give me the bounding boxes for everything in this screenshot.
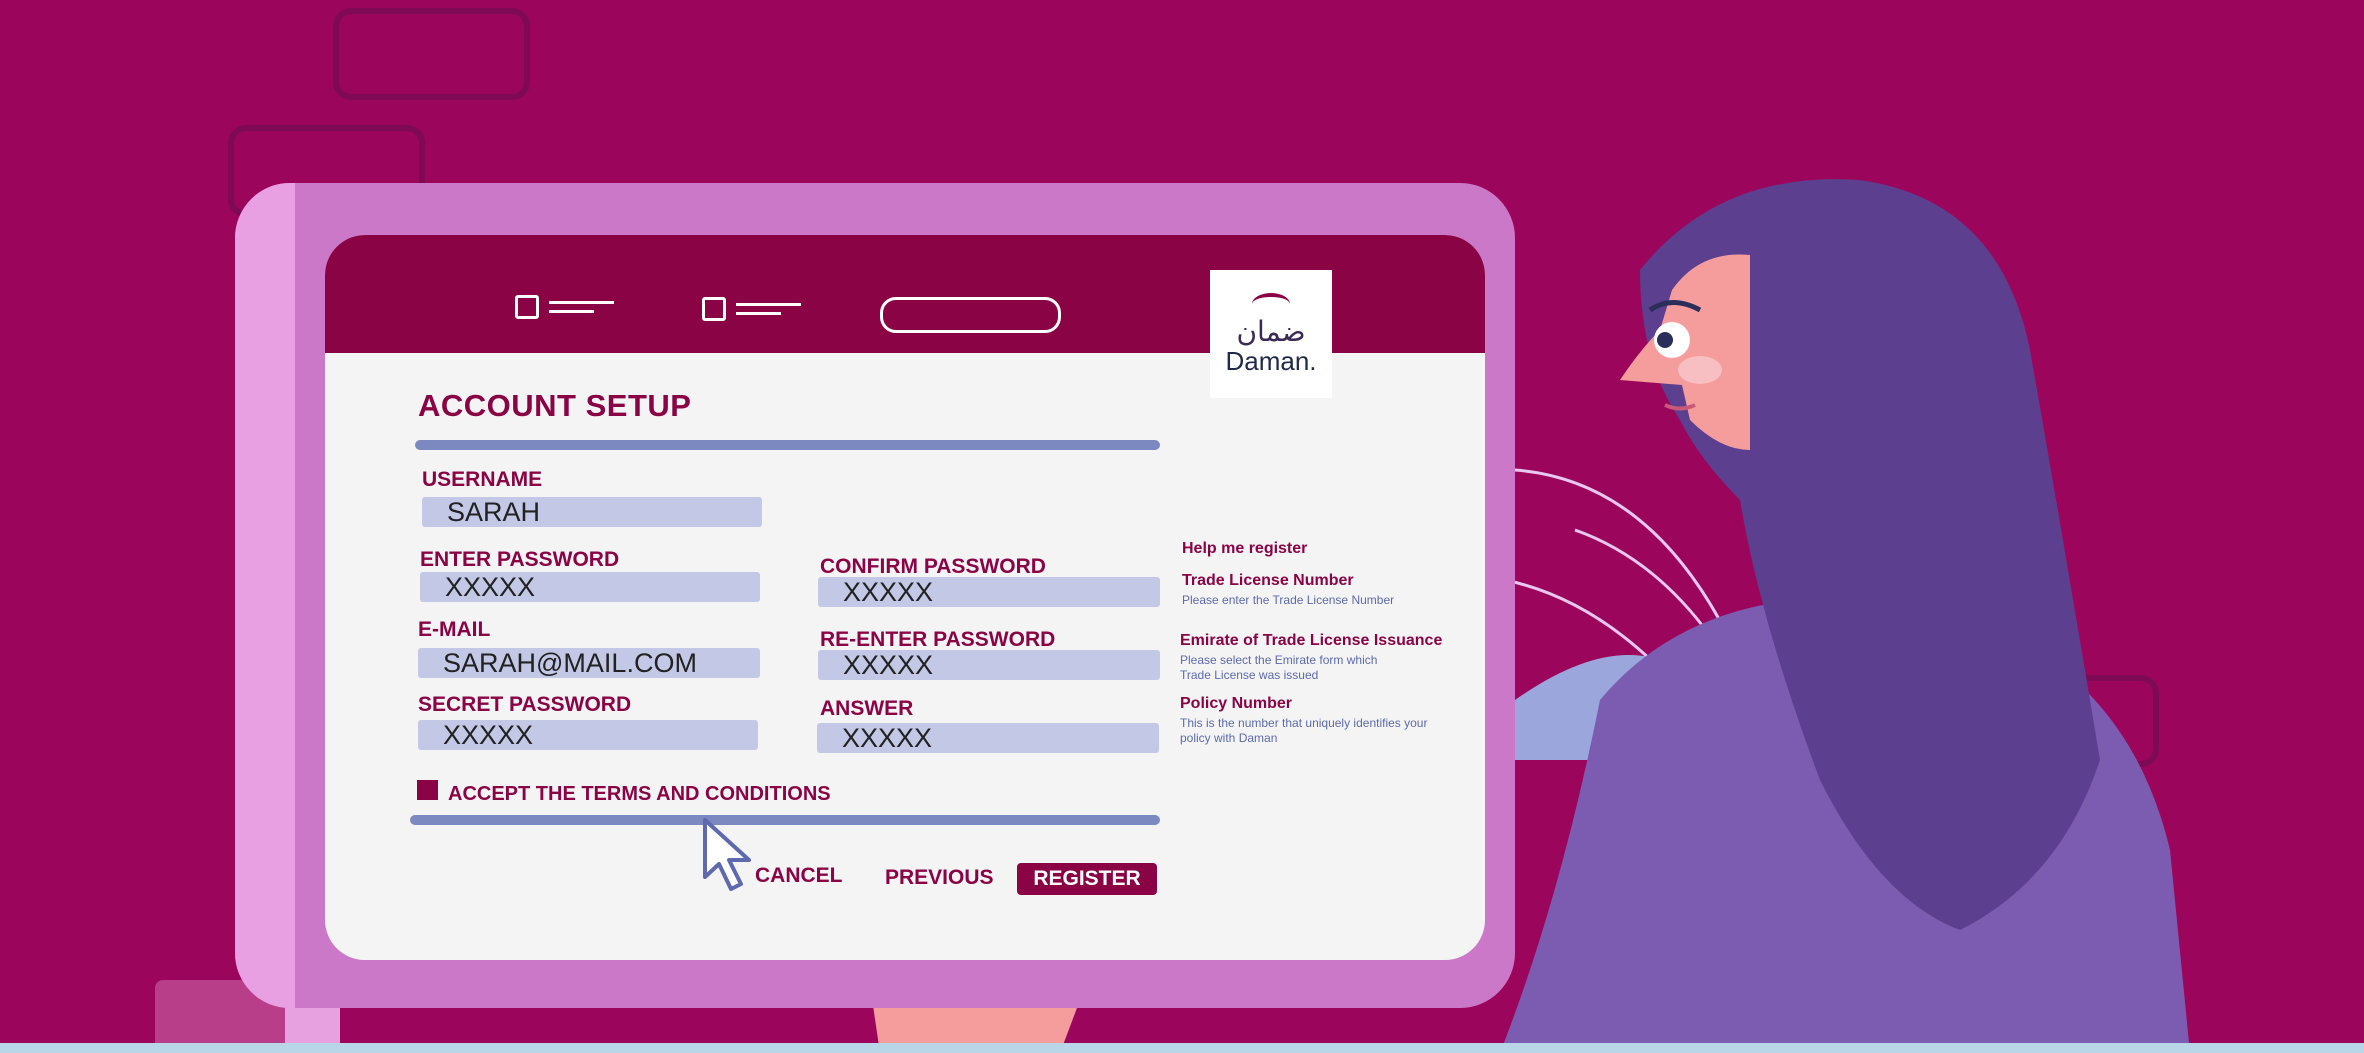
help-item-title: Emirate of Trade License Issuance: [1180, 632, 1443, 649]
logo-arabic-text: ضمان: [1236, 315, 1306, 348]
mouse-cursor-icon: [703, 818, 751, 891]
screen: ضمان Daman. ACCOUNT SETUP USERNAME SARAH…: [325, 235, 1485, 960]
help-heading: Help me register: [1182, 540, 1308, 557]
nav-lines-icon: [736, 303, 801, 315]
monitor-edge: [235, 183, 295, 1008]
confirm-password-input[interactable]: XXXXX: [818, 577, 1160, 607]
confirm-password-label: CONFIRM PASSWORD: [820, 555, 1046, 578]
nav-lines-icon: [549, 301, 614, 313]
bottom-strip: [0, 1043, 2364, 1053]
help-item-text: Please enter the Trade License Number: [1182, 593, 1395, 607]
nav-checkbox-icon: [515, 295, 539, 319]
daman-logo: ضمان Daman.: [1210, 270, 1332, 398]
search-bar-icon[interactable]: [880, 297, 1061, 333]
terms-checkbox[interactable]: [417, 780, 438, 800]
previous-button[interactable]: PREVIOUS: [885, 866, 994, 890]
help-item-text: This is the number that uniquely identif…: [1180, 716, 1428, 745]
page-title: ACCOUNT SETUP: [418, 388, 692, 423]
nav-item-1[interactable]: [515, 295, 614, 319]
secret-password-input[interactable]: XXXXX: [418, 720, 758, 750]
reenter-password-label: RE-ENTER PASSWORD: [820, 628, 1056, 651]
cancel-button[interactable]: CANCEL: [755, 864, 843, 888]
title-divider: [415, 440, 1160, 450]
help-item-title: Policy Number: [1180, 695, 1293, 712]
secret-password-label: SECRET PASSWORD: [418, 693, 632, 716]
register-button[interactable]: REGISTER: [1017, 863, 1157, 895]
answer-label: ANSWER: [820, 697, 914, 720]
help-item-title: Trade License Number: [1182, 572, 1354, 589]
logo-english-text: Daman.: [1225, 346, 1317, 376]
password-input[interactable]: XXXXX: [420, 572, 760, 602]
answer-input[interactable]: XXXXX: [817, 723, 1159, 753]
form-divider: [410, 815, 1160, 825]
username-label: USERNAME: [422, 468, 543, 491]
terms-label: ACCEPT THE TERMS AND CONDITIONS: [448, 783, 831, 805]
nav-item-2[interactable]: [702, 297, 801, 321]
help-item-text: Please select the Emirate form which Tra…: [1180, 653, 1378, 682]
nav-checkbox-icon: [702, 297, 726, 321]
email-label: E-MAIL: [418, 618, 491, 641]
logo-swoosh-icon: [1252, 293, 1290, 315]
email-input[interactable]: SARAH@MAIL.COM: [418, 648, 760, 678]
password-label: ENTER PASSWORD: [420, 548, 620, 571]
reenter-password-input[interactable]: XXXXX: [818, 650, 1160, 680]
username-input[interactable]: SARAH: [422, 497, 762, 527]
